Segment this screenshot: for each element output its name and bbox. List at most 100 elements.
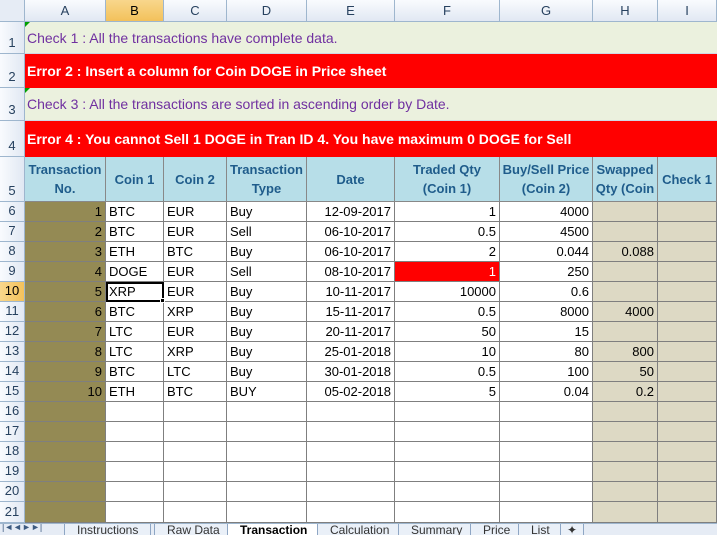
cell-d19[interactable]	[227, 462, 307, 482]
cell-h11[interactable]: 4000	[593, 302, 658, 322]
cell-b12[interactable]: LTC	[106, 322, 164, 342]
cell-a16[interactable]	[25, 402, 106, 422]
cell-i14[interactable]	[658, 362, 717, 382]
sheet-tab-raw-data[interactable]: Raw Data	[154, 524, 233, 535]
cell-c19[interactable]	[164, 462, 227, 482]
new-sheet-icon[interactable]: ✦	[560, 524, 585, 535]
table-header-h[interactable]: Swapped Qty (Coin	[593, 157, 658, 202]
cell-f11[interactable]: 0.5	[395, 302, 500, 322]
row-header-5[interactable]: 5	[0, 157, 25, 202]
row-header-16[interactable]: 16	[0, 402, 25, 422]
last-sheet-icon[interactable]: ►|	[31, 524, 42, 532]
cell-a18[interactable]	[25, 442, 106, 462]
error-message-2[interactable]: Error 2 : Insert a column for Coin DOGE …	[25, 54, 717, 88]
cell-g8[interactable]: 0.044	[500, 242, 593, 262]
cell-h12[interactable]	[593, 322, 658, 342]
row-header-9[interactable]: 9	[0, 262, 25, 282]
cell-a8[interactable]: 3	[25, 242, 106, 262]
cell-i6[interactable]	[658, 202, 717, 222]
cell-h17[interactable]	[593, 422, 658, 442]
cell-c12[interactable]: EUR	[164, 322, 227, 342]
column-header-a[interactable]: A	[25, 0, 106, 22]
cell-f7[interactable]: 0.5	[395, 222, 500, 242]
cell-c10[interactable]: EUR	[164, 282, 227, 302]
cell-b18[interactable]	[106, 442, 164, 462]
cell-a11[interactable]: 6	[25, 302, 106, 322]
cell-e13[interactable]: 25-01-2018	[307, 342, 395, 362]
table-header-c[interactable]: Coin 2	[164, 157, 227, 202]
cell-c7[interactable]: EUR	[164, 222, 227, 242]
cell-b9[interactable]: DOGE	[106, 262, 164, 282]
cell-f9[interactable]: 1	[395, 262, 500, 282]
cell-g18[interactable]	[500, 442, 593, 462]
cell-d8[interactable]: Buy	[227, 242, 307, 262]
cell-c17[interactable]	[164, 422, 227, 442]
cell-h7[interactable]	[593, 222, 658, 242]
cell-a15[interactable]: 10	[25, 382, 106, 402]
cell-f15[interactable]: 5	[395, 382, 500, 402]
cell-a20[interactable]	[25, 482, 106, 502]
cell-d20[interactable]	[227, 482, 307, 502]
cell-d17[interactable]	[227, 422, 307, 442]
cell-g20[interactable]	[500, 482, 593, 502]
column-header-g[interactable]: G	[500, 0, 593, 22]
column-header-b[interactable]: B	[106, 0, 164, 22]
cell-g10[interactable]: 0.6	[500, 282, 593, 302]
cell-d13[interactable]: Buy	[227, 342, 307, 362]
check-message-1[interactable]: Check 1 : All the transactions have comp…	[25, 22, 717, 54]
cell-b8[interactable]: ETH	[106, 242, 164, 262]
cell-i7[interactable]	[658, 222, 717, 242]
cell-g21[interactable]	[500, 502, 593, 523]
cell-g17[interactable]	[500, 422, 593, 442]
cell-b16[interactable]	[106, 402, 164, 422]
cell-d16[interactable]	[227, 402, 307, 422]
row-header-6[interactable]: 6	[0, 202, 25, 222]
cell-d10[interactable]: Buy	[227, 282, 307, 302]
row-header-20[interactable]: 20	[0, 482, 25, 502]
cell-e14[interactable]: 30-01-2018	[307, 362, 395, 382]
cell-g19[interactable]	[500, 462, 593, 482]
cell-i13[interactable]	[658, 342, 717, 362]
prev-sheet-icon[interactable]: ◄	[13, 524, 22, 532]
row-header-13[interactable]: 13	[0, 342, 25, 362]
cell-e7[interactable]: 06-10-2017	[307, 222, 395, 242]
row-header-17[interactable]: 17	[0, 422, 25, 442]
cell-e11[interactable]: 15-11-2017	[307, 302, 395, 322]
first-sheet-icon[interactable]: |◄	[2, 524, 13, 532]
check-message-3[interactable]: Check 3 : All the transactions are sorte…	[25, 88, 717, 121]
table-header-a[interactable]: Transaction No.	[25, 157, 106, 202]
cell-i18[interactable]	[658, 442, 717, 462]
cell-c8[interactable]: BTC	[164, 242, 227, 262]
row-header-3[interactable]: 3	[0, 88, 25, 121]
row-header-7[interactable]: 7	[0, 222, 25, 242]
cell-e12[interactable]: 20-11-2017	[307, 322, 395, 342]
cell-c6[interactable]: EUR	[164, 202, 227, 222]
sheet-tab-transaction[interactable]: Transaction	[227, 524, 321, 535]
cell-b14[interactable]: BTC	[106, 362, 164, 382]
column-header-e[interactable]: E	[307, 0, 395, 22]
column-header-h[interactable]: H	[593, 0, 658, 22]
cell-a13[interactable]: 8	[25, 342, 106, 362]
cell-e10[interactable]: 10-11-2017	[307, 282, 395, 302]
cell-b10[interactable]: XRP	[106, 282, 164, 302]
cell-i15[interactable]	[658, 382, 717, 402]
cell-i20[interactable]	[658, 482, 717, 502]
table-header-f[interactable]: Traded Qty (Coin 1)	[395, 157, 500, 202]
cell-f14[interactable]: 0.5	[395, 362, 500, 382]
cell-b11[interactable]: BTC	[106, 302, 164, 322]
select-all-corner[interactable]	[0, 0, 25, 22]
cell-b13[interactable]: LTC	[106, 342, 164, 362]
cell-f13[interactable]: 10	[395, 342, 500, 362]
cell-i11[interactable]	[658, 302, 717, 322]
cell-b15[interactable]: ETH	[106, 382, 164, 402]
cell-c11[interactable]: XRP	[164, 302, 227, 322]
cell-h9[interactable]	[593, 262, 658, 282]
sheet-tab-price[interactable]: Price	[470, 524, 524, 535]
row-header-4[interactable]: 4	[0, 121, 25, 157]
next-sheet-icon[interactable]: ►	[22, 524, 31, 532]
cell-i16[interactable]	[658, 402, 717, 422]
cell-f21[interactable]	[395, 502, 500, 523]
cell-a17[interactable]	[25, 422, 106, 442]
cell-i21[interactable]	[658, 502, 717, 523]
cell-a14[interactable]: 9	[25, 362, 106, 382]
